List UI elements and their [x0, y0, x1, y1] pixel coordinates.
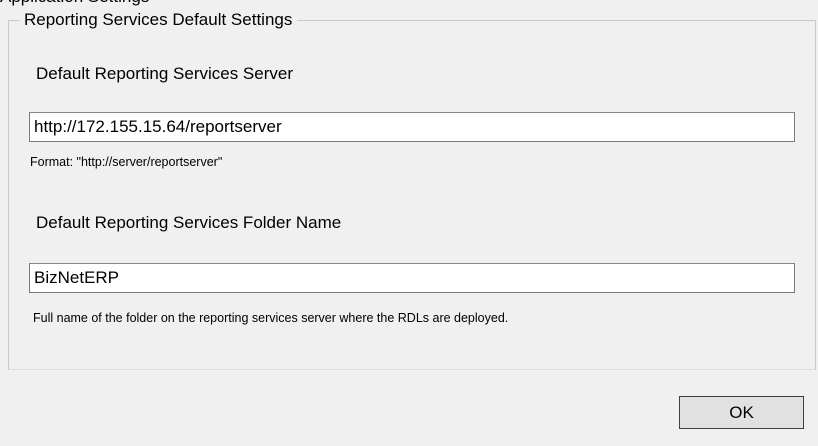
groupbox-title: Reporting Services Default Settings — [20, 9, 298, 31]
server-url-input[interactable] — [29, 112, 795, 142]
clipped-header-text: Application Settings — [0, 0, 149, 8]
ok-button[interactable]: OK — [679, 396, 804, 429]
folder-description-hint: Full name of the folder on the reporting… — [33, 311, 509, 325]
folder-name-input[interactable] — [29, 263, 795, 293]
folder-label: Default Reporting Services Folder Name — [36, 213, 342, 232]
server-label: Default Reporting Services Server — [36, 64, 294, 83]
server-format-hint: Format: "http://server/reportserver" — [30, 155, 223, 169]
